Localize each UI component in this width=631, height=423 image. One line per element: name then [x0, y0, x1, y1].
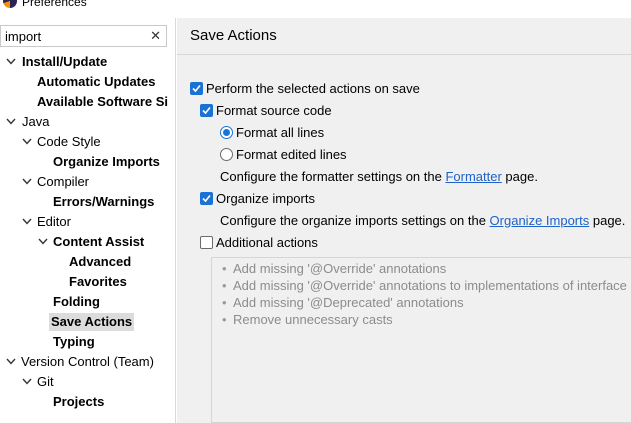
tree-item-automatic-updates[interactable]: Automatic Updates	[35, 73, 176, 91]
tree-item-advanced[interactable]: Advanced	[67, 253, 176, 271]
tree-item-git[interactable]: Git	[22, 373, 176, 391]
tree-item-editor[interactable]: Editor	[22, 213, 176, 231]
chevron-down-icon[interactable]	[6, 353, 16, 371]
format-edited-lines-radio[interactable]: Format edited lines	[220, 146, 630, 164]
clear-filter-icon[interactable]: ✕	[150, 28, 161, 44]
format-source-checkbox[interactable]: Format source code	[200, 102, 630, 120]
filter-input[interactable]: import ✕	[0, 25, 167, 47]
page-title: Save Actions	[190, 27, 277, 44]
additional-actions-list: • Add missing '@Override' annotations • Ad…	[211, 257, 631, 423]
tree-item-install-update[interactable]: Install/Update	[6, 53, 176, 71]
tree-item-organize-imports[interactable]: Organize Imports	[51, 153, 176, 171]
filter-input-value[interactable]: import	[5, 29, 41, 44]
chevron-down-icon[interactable]	[6, 113, 16, 131]
format-all-lines-radio[interactable]: Format all lines	[220, 124, 630, 142]
title-separator	[177, 54, 631, 55]
chevron-down-icon[interactable]	[22, 213, 32, 231]
checkbox-unchecked-icon[interactable]	[200, 236, 213, 249]
list-item: • Add missing '@Override' annotations to …	[222, 278, 631, 293]
chevron-down-icon[interactable]	[22, 133, 32, 151]
tree-item-available-software-sites[interactable]: Available Software Si	[35, 93, 176, 111]
tree-item-save-actions[interactable]: Save Actions	[49, 313, 176, 331]
tree-item-folding[interactable]: Folding	[51, 293, 176, 311]
formatter-hint: Configure the formatter settings on the …	[220, 169, 538, 184]
checkbox-checked-icon[interactable]	[200, 104, 213, 117]
additional-actions-checkbox[interactable]: Additional actions	[200, 234, 630, 252]
eclipse-app-icon	[3, 0, 17, 8]
list-item: • Add missing '@Override' annotations	[222, 261, 447, 276]
tree-item-errors-warnings[interactable]: Errors/Warnings	[51, 193, 176, 211]
window-title: Preferences	[22, 0, 87, 9]
tree-item-compiler[interactable]: Compiler	[22, 173, 176, 191]
preferences-sidebar: import ✕ Install/Update Automatic Update…	[0, 18, 176, 423]
organize-imports-checkbox[interactable]: Organize imports	[200, 190, 630, 208]
organize-imports-link[interactable]: Organize Imports	[490, 213, 590, 228]
chevron-down-icon[interactable]	[6, 53, 16, 71]
checkbox-checked-icon[interactable]	[190, 82, 203, 95]
title-bar: Preferences	[0, 0, 631, 18]
list-item: • Remove unnecessary casts	[222, 312, 393, 327]
save-actions-page: Save Actions Perform the selected action…	[177, 18, 631, 423]
tree-item-version-control[interactable]: Version Control (Team)	[6, 353, 176, 371]
list-item: • Add missing '@Deprecated' annotations	[222, 295, 464, 310]
preferences-tree: import ✕ Install/Update Automatic Update…	[0, 18, 176, 423]
perform-on-save-checkbox[interactable]: Perform the selected actions on save	[190, 80, 630, 98]
organize-imports-hint: Configure the organize imports settings …	[220, 213, 626, 228]
radio-unselected-icon[interactable]	[220, 148, 233, 161]
formatter-link[interactable]: Formatter	[445, 169, 501, 184]
tree-item-projects[interactable]: Projects	[51, 393, 176, 411]
radio-selected-icon[interactable]	[220, 126, 233, 139]
tree-item-java[interactable]: Java	[6, 113, 176, 131]
tree-item-typing[interactable]: Typing	[51, 333, 176, 351]
chevron-down-icon[interactable]	[22, 373, 32, 391]
chevron-down-icon[interactable]	[22, 173, 32, 191]
checkbox-checked-icon[interactable]	[200, 192, 213, 205]
tree-item-favorites[interactable]: Favorites	[67, 273, 176, 291]
tree-item-code-style[interactable]: Code Style	[22, 133, 176, 151]
tree-item-content-assist[interactable]: Content Assist	[38, 233, 176, 251]
chevron-down-icon[interactable]	[38, 233, 48, 251]
